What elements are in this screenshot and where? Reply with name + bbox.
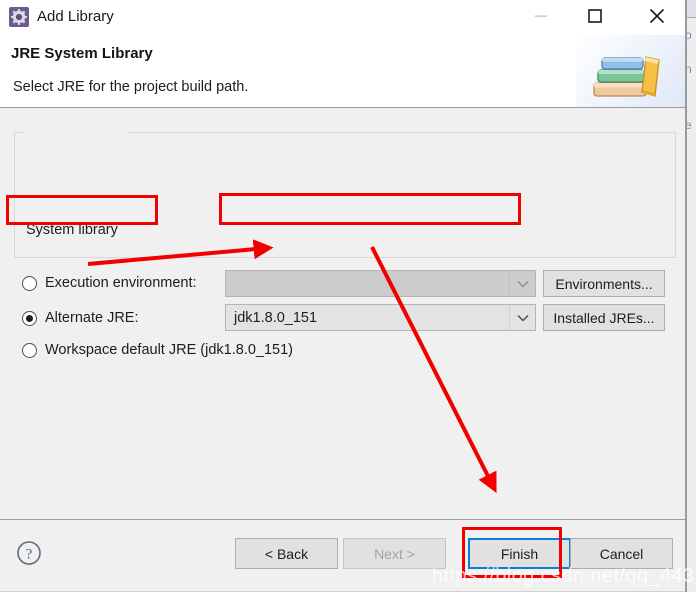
radio-workspace-default-jre[interactable]: Workspace default JRE (jdk1.8.0_151) xyxy=(22,338,293,362)
background-window-tab xyxy=(687,0,696,18)
gear-icon xyxy=(9,7,29,27)
minimize-icon[interactable] xyxy=(518,0,564,32)
radio-alternate-jre-label: Alternate JRE: xyxy=(45,310,139,326)
radio-execution-environment[interactable]: Execution environment: xyxy=(22,271,197,295)
wizard-header: JRE System Library Select JRE for the pr… xyxy=(0,35,685,108)
header-banner xyxy=(576,35,685,107)
add-library-dialog: Add Library JRE System Library Select JR… xyxy=(0,0,686,592)
background-text-fragment-3: e xyxy=(687,118,692,132)
radio-button-circle-icon xyxy=(22,275,37,291)
radio-button-circle-icon xyxy=(22,342,37,358)
maximize-icon[interactable] xyxy=(572,0,618,32)
row-execution-environment: Execution environment: xyxy=(22,271,197,295)
radio-execution-environment-label: Execution environment: xyxy=(45,275,197,291)
next-button: Next > xyxy=(343,538,446,569)
page-description: Select JRE for the project build path. xyxy=(13,79,249,95)
chevron-down-icon[interactable] xyxy=(509,305,535,330)
environments-button[interactable]: Environments... xyxy=(543,270,665,297)
close-icon[interactable] xyxy=(634,0,680,32)
title-bar: Add Library xyxy=(0,0,685,35)
system-library-group-label: System library xyxy=(22,222,122,238)
background-text-fragment-2: n xyxy=(687,62,692,76)
alternate-jre-combo[interactable]: jdk1.8.0_151 xyxy=(225,304,536,331)
cancel-button[interactable]: Cancel xyxy=(570,538,673,569)
help-icon[interactable]: ? xyxy=(16,540,42,566)
execution-environment-combo[interactable] xyxy=(225,270,536,297)
dialog-footer: ? < Back Next > Finish Cancel xyxy=(0,519,685,592)
row-workspace-default-jre: Workspace default JRE (jdk1.8.0_151) xyxy=(22,338,293,362)
row-alternate-jre: Alternate JRE: xyxy=(22,306,139,330)
execution-environment-combo-value xyxy=(226,271,509,296)
page-title: JRE System Library xyxy=(11,45,153,62)
chevron-down-icon[interactable] xyxy=(509,271,535,296)
installed-jres-button[interactable]: Installed JREs... xyxy=(543,304,665,331)
radio-workspace-default-jre-label: Workspace default JRE (jdk1.8.0_151) xyxy=(45,342,293,358)
radio-alternate-jre[interactable]: Alternate JRE: xyxy=(22,306,139,330)
finish-button[interactable]: Finish xyxy=(468,538,571,569)
books-icon xyxy=(593,56,660,97)
back-button[interactable]: < Back xyxy=(235,538,338,569)
background-text-fragment-1: o xyxy=(687,28,692,42)
radio-button-circle-icon xyxy=(22,310,37,326)
system-library-group xyxy=(14,132,676,258)
alternate-jre-combo-value: jdk1.8.0_151 xyxy=(234,309,318,326)
svg-text:?: ? xyxy=(26,547,33,563)
background-window-strip: o n e xyxy=(686,0,696,592)
window-title: Add Library xyxy=(37,8,114,25)
dialog-content: System library Execution environment: En… xyxy=(0,108,685,519)
